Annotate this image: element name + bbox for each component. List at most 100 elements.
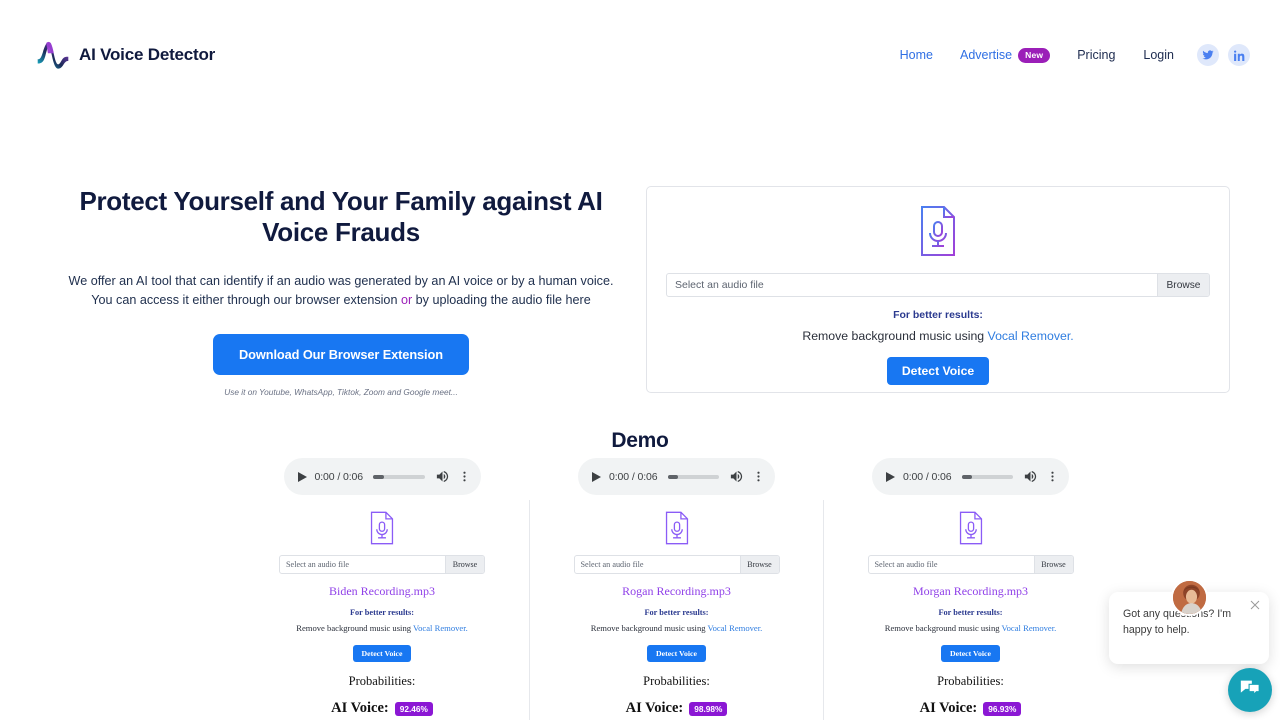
file-select-row[interactable]: Select an audio file Browse — [279, 555, 485, 574]
vocal-remover-link[interactable]: Vocal Remover. — [708, 623, 763, 633]
audio-player[interactable]: 0:00 / 0:06 — [578, 458, 775, 495]
new-badge: New — [1018, 47, 1051, 63]
browse-button[interactable]: Browse — [1157, 274, 1209, 296]
hero-subtitle-part2: by uploading the audio file here — [412, 293, 591, 307]
detect-wrapper: Detect Voice — [235, 643, 529, 662]
probabilities-label: Probabilities: — [937, 674, 1004, 688]
remove-music-line: Remove background music using Vocal Remo… — [235, 623, 529, 633]
ai-voice-label: AI Voice: — [625, 700, 684, 716]
detect-wrapper: Detect Voice — [647, 357, 1229, 385]
detect-voice-button[interactable]: Detect Voice — [352, 645, 412, 662]
ai-voice-value: 92.46% — [394, 701, 433, 716]
ai-voice-value: 96.93% — [983, 701, 1022, 716]
close-icon[interactable] — [1249, 598, 1261, 610]
ai-voice-row: AI Voice: 92.46% — [235, 700, 529, 717]
download-extension-button[interactable]: Download Our Browser Extension — [213, 334, 469, 375]
remove-music-prefix: Remove background music using — [296, 623, 414, 633]
chat-launcher-button[interactable] — [1228, 668, 1272, 712]
nav-login[interactable]: Login — [1129, 48, 1188, 62]
nav-pricing[interactable]: Pricing — [1063, 48, 1129, 62]
document-microphone-icon — [235, 511, 529, 545]
audio-time-display: 0:00 / 0:06 — [314, 470, 364, 483]
remove-music-prefix: Remove background music using — [802, 329, 988, 343]
probabilities-label: Probabilities: — [643, 674, 710, 688]
remove-music-line: Remove background music using Vocal Remo… — [647, 329, 1229, 343]
upload-card: Select an audio file Browse For better r… — [646, 186, 1230, 393]
vocal-remover-link[interactable]: Vocal Remover. — [413, 623, 468, 633]
detect-voice-button[interactable]: Detect Voice — [647, 645, 706, 662]
vocal-remover-link[interactable]: Vocal Remover. — [1002, 623, 1057, 633]
browse-button[interactable]: Browse — [739, 556, 779, 573]
detect-voice-button[interactable]: Detect Voice — [941, 645, 1000, 662]
file-placeholder-text: Select an audio file — [675, 279, 764, 291]
audio-progress-bar[interactable] — [667, 474, 719, 479]
audio-player[interactable]: 0:00 / 0:06 — [283, 458, 481, 495]
better-results-label: For better results: — [938, 608, 1003, 617]
nav-links: Home Advertise New Pricing Login — [886, 31, 1250, 79]
nav-home[interactable]: Home — [886, 48, 947, 62]
demo-filename: Biden Recording.mp3 — [329, 584, 435, 598]
ai-voice-row: AI Voice: 96.93% — [824, 700, 1117, 717]
file-placeholder-text: Select an audio file — [580, 560, 644, 569]
demo-card: 0:00 / 0:06 Select an audio file Browse … — [235, 458, 529, 720]
play-icon[interactable] — [297, 471, 307, 482]
hero-subtitle-or: or — [400, 293, 413, 307]
better-results-label: For better results: — [893, 309, 983, 321]
nav-advertise[interactable]: Advertise — [960, 48, 1012, 62]
more-vertical-icon[interactable] — [752, 469, 765, 484]
more-vertical-icon[interactable] — [1046, 469, 1059, 484]
audio-time-display: 0:00 / 0:06 — [609, 470, 658, 483]
chat-bubble-icon — [1239, 677, 1261, 704]
cta-wrapper: Download Our Browser Extension Use it on… — [60, 334, 622, 397]
browse-button[interactable]: Browse — [1033, 556, 1073, 573]
demo-card: 0:00 / 0:06 Select an audio file Browse … — [823, 458, 1117, 720]
document-microphone-icon — [530, 511, 823, 545]
linkedin-icon[interactable] — [1228, 44, 1250, 66]
detect-wrapper: Detect Voice — [824, 643, 1117, 662]
detect-wrapper: Detect Voice — [530, 643, 823, 662]
file-select-row[interactable]: Select an audio file Browse — [666, 273, 1210, 297]
browse-button[interactable]: Browse — [445, 556, 484, 573]
top-bar — [0, 0, 1280, 31]
page-title: Protect Yourself and Your Family against… — [79, 186, 603, 247]
remove-music-line: Remove background music using Vocal Remo… — [530, 623, 823, 633]
ai-voice-label: AI Voice: — [919, 700, 978, 716]
file-select-row[interactable]: Select an audio file Browse — [867, 555, 1074, 574]
play-icon[interactable] — [886, 471, 895, 482]
twitter-icon[interactable] — [1197, 44, 1219, 66]
demo-filename: Morgan Recording.mp3 — [912, 584, 1029, 598]
volume-icon[interactable] — [435, 469, 450, 484]
audio-player[interactable]: 0:00 / 0:06 — [872, 458, 1069, 495]
audio-progress-bar[interactable] — [373, 474, 425, 479]
remove-music-prefix: Remove background music using — [884, 623, 1002, 633]
file-placeholder-text: Select an audio file — [286, 560, 349, 569]
demo-card-body: Select an audio file Browse Morgan Recor… — [824, 495, 1117, 720]
hero-section: Protect Yourself and Your Family against… — [60, 186, 622, 397]
vocal-remover-link[interactable]: Vocal Remover. — [988, 329, 1074, 343]
waveform-logo-icon — [36, 40, 70, 70]
more-vertical-icon[interactable] — [458, 469, 471, 484]
detect-voice-button[interactable]: Detect Voice — [886, 357, 990, 385]
demo-cards-row: 0:00 / 0:06 Select an audio file Browse … — [235, 458, 1245, 720]
page-root: AI Voice Detector Home Advertise New Pri… — [0, 0, 1280, 720]
volume-icon[interactable] — [729, 469, 744, 484]
file-select-row[interactable]: Select an audio file Browse — [573, 555, 780, 574]
better-results-label: For better results: — [349, 608, 415, 617]
agent-avatar — [1171, 579, 1208, 616]
site-navbar: AI Voice Detector Home Advertise New Pri… — [0, 31, 1280, 79]
play-icon[interactable] — [592, 471, 601, 482]
demo-card: 0:00 / 0:06 Select an audio file Browse … — [529, 458, 823, 720]
hero-subtitle: We offer an AI tool that can identify if… — [60, 272, 622, 310]
demo-filename: Rogan Recording.mp3 — [622, 584, 731, 598]
ai-voice-label: AI Voice: — [331, 700, 389, 716]
probabilities-label: Probabilities: — [348, 674, 416, 688]
brand-name: AI Voice Detector — [79, 45, 216, 64]
volume-icon[interactable] — [1023, 469, 1038, 484]
demo-heading: Demo — [611, 429, 669, 452]
audio-progress-bar[interactable] — [961, 474, 1013, 479]
brand-logo-link[interactable]: AI Voice Detector — [36, 31, 215, 79]
better-results-label: For better results: — [644, 608, 709, 617]
document-microphone-icon — [647, 205, 1229, 257]
nav-advertise-group: Advertise New — [947, 47, 1063, 63]
remove-music-line: Remove background music using Vocal Remo… — [824, 623, 1117, 633]
